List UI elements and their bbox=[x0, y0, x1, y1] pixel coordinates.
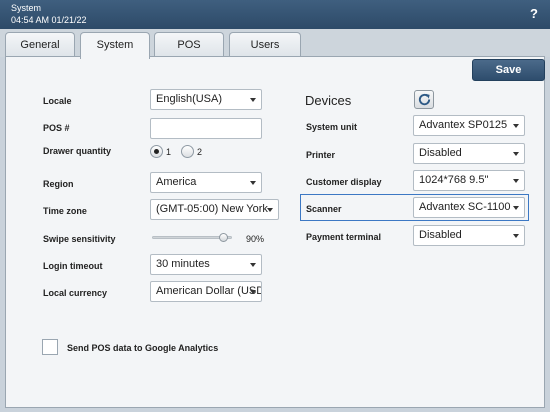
scanner-label: Scanner bbox=[306, 204, 342, 214]
chevron-down-icon bbox=[250, 98, 256, 102]
chevron-down-icon bbox=[513, 179, 519, 183]
help-icon[interactable]: ? bbox=[530, 6, 538, 21]
scanner-value: Advantex SC-1100 bbox=[419, 201, 511, 213]
customer-display-select[interactable]: 1024*768 9.5" bbox=[413, 170, 525, 191]
chevron-down-icon bbox=[250, 181, 256, 185]
region-label: Region bbox=[43, 179, 74, 189]
pos-number-label: POS # bbox=[43, 123, 70, 133]
title-bar: System 04:54 AM 01/21/22 ? bbox=[0, 0, 550, 29]
drawer-quantity-label: Drawer quantity bbox=[43, 146, 112, 156]
drawer-radio-1[interactable] bbox=[150, 145, 163, 158]
payment-terminal-label: Payment terminal bbox=[306, 232, 382, 242]
slider-thumb[interactable] bbox=[219, 233, 228, 242]
google-analytics-checkbox[interactable] bbox=[42, 339, 58, 355]
timezone-value: (GMT-05:00) New York bbox=[156, 203, 268, 215]
payment-terminal-select[interactable]: Disabled bbox=[413, 225, 525, 246]
system-unit-select[interactable]: Advantex SP0125 bbox=[413, 115, 525, 136]
drawer-radio-2[interactable] bbox=[181, 145, 194, 158]
region-value: America bbox=[156, 176, 197, 188]
chevron-down-icon bbox=[513, 152, 519, 156]
locale-label: Locale bbox=[43, 96, 72, 106]
timezone-label: Time zone bbox=[43, 206, 87, 216]
login-timeout-select[interactable]: 30 minutes bbox=[150, 254, 262, 275]
tab-general[interactable]: General bbox=[5, 32, 75, 58]
printer-select[interactable]: Disabled bbox=[413, 143, 525, 164]
login-timeout-value: 30 minutes bbox=[156, 258, 210, 270]
system-unit-label: System unit bbox=[306, 122, 358, 132]
chevron-down-icon bbox=[513, 234, 519, 238]
customer-display-value: 1024*768 9.5" bbox=[419, 174, 489, 186]
customer-display-label: Customer display bbox=[306, 177, 382, 187]
tab-pos[interactable]: POS bbox=[154, 32, 224, 58]
drawer-radio-2-label: 2 bbox=[197, 147, 203, 157]
local-currency-label: Local currency bbox=[43, 288, 108, 298]
timezone-select[interactable]: (GMT-05:00) New York bbox=[150, 199, 279, 220]
swipe-sensitivity-value: 90% bbox=[246, 234, 265, 244]
locale-value: English(USA) bbox=[156, 93, 223, 105]
drawer-radio-1-label: 1 bbox=[166, 147, 172, 157]
swipe-sensitivity-label: Swipe sensitivity bbox=[43, 234, 116, 244]
local-currency-select[interactable]: American Dollar (USD) bbox=[150, 281, 262, 302]
region-select[interactable]: America bbox=[150, 172, 262, 193]
chevron-down-icon bbox=[250, 263, 256, 267]
refresh-icon bbox=[418, 93, 431, 106]
payment-terminal-value: Disabled bbox=[419, 229, 462, 241]
printer-value: Disabled bbox=[419, 147, 462, 159]
tab-system[interactable]: System bbox=[80, 32, 150, 59]
app-title: System bbox=[11, 3, 42, 13]
locale-select[interactable]: English(USA) bbox=[150, 89, 262, 110]
local-currency-value: American Dollar (USD) bbox=[156, 285, 262, 297]
refresh-button[interactable] bbox=[414, 90, 434, 109]
google-analytics-label: Send POS data to Google Analytics bbox=[67, 343, 219, 353]
chevron-down-icon bbox=[267, 208, 273, 212]
tab-users[interactable]: Users bbox=[229, 32, 301, 58]
printer-label: Printer bbox=[306, 150, 336, 160]
scanner-select[interactable]: Advantex SC-1100 bbox=[413, 197, 525, 218]
chevron-down-icon bbox=[513, 206, 519, 210]
save-button[interactable]: Save bbox=[472, 59, 545, 81]
chevron-down-icon bbox=[513, 124, 519, 128]
tab-bar: General System POS Users bbox=[0, 29, 550, 59]
chevron-down-icon bbox=[250, 290, 256, 294]
datetime: 04:54 AM 01/21/22 bbox=[11, 15, 87, 25]
system-unit-value: Advantex SP0125 bbox=[419, 119, 508, 131]
devices-heading: Devices bbox=[305, 93, 352, 108]
pos-number-input[interactable] bbox=[150, 118, 262, 139]
login-timeout-label: Login timeout bbox=[43, 261, 103, 271]
